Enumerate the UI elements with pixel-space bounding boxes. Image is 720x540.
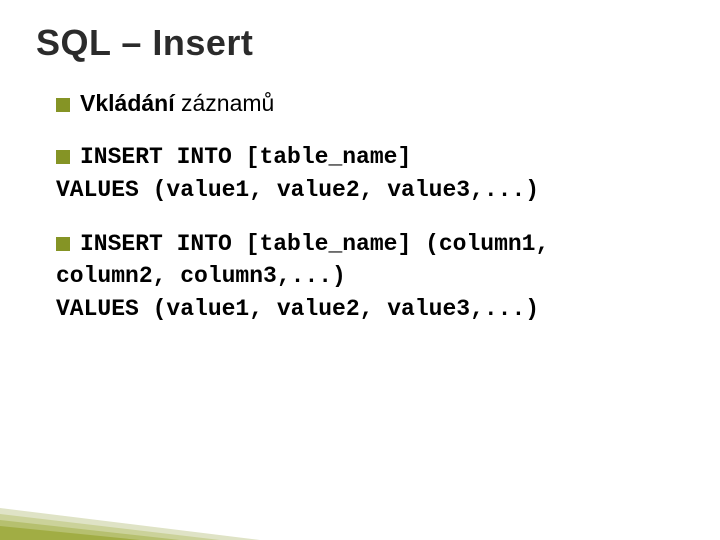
code-text: column2, column3,...) — [56, 263, 346, 289]
item-lead-bold: INSERT — [80, 144, 163, 170]
slide-body: Vkládání záznamů INSERT INTO [table_name… — [36, 88, 684, 324]
code-text: VALUES (value1, value2, value3,...) — [56, 296, 539, 322]
item-lead-bold: Vkládání — [80, 90, 175, 116]
slide-title: SQL – Insert — [36, 22, 684, 64]
code-text: INTO [table_name] — [163, 144, 411, 170]
bullet-item: INSERT INTO [table_name] (column1, colum… — [56, 227, 684, 324]
bullet-item: INSERT INTO [table_name] VALUES (value1,… — [56, 140, 684, 205]
slide: SQL – Insert Vkládání záznamů INSERT INT… — [0, 0, 720, 540]
square-bullet-icon — [56, 150, 70, 164]
item-lead-rest: záznamů — [175, 90, 275, 116]
corner-decoration-icon — [0, 480, 260, 540]
square-bullet-icon — [56, 237, 70, 251]
square-bullet-icon — [56, 98, 70, 112]
code-text: VALUES (value1, value2, value3,...) — [56, 177, 539, 203]
code-text: INTO [table_name] (column1, — [163, 231, 549, 257]
bullet-item: Vkládání záznamů — [56, 88, 684, 118]
item-lead: Vkládání záznamů — [80, 90, 274, 116]
item-lead-bold: INSERT — [80, 231, 163, 257]
